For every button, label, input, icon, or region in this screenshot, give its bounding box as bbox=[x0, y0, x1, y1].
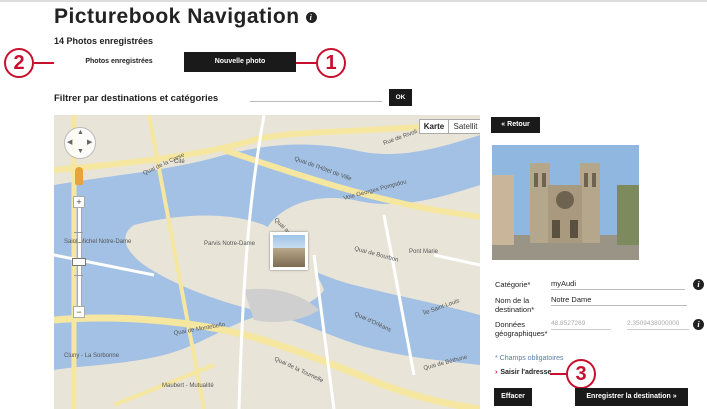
page-title: Picturebook Navigation i bbox=[54, 5, 317, 29]
street-view-pegman-icon[interactable] bbox=[75, 167, 83, 185]
nom-label-line2: destination* bbox=[495, 305, 535, 314]
categorie-select[interactable]: myAudi bbox=[551, 278, 685, 290]
longitude-input[interactable]: 2.3509438000000 bbox=[627, 318, 689, 330]
ok-button[interactable]: OK bbox=[389, 89, 412, 106]
categorie-info-icon[interactable]: i bbox=[693, 279, 704, 290]
notre-dame-image bbox=[492, 145, 639, 260]
zoom-slider-thumb[interactable] bbox=[72, 258, 86, 266]
latitude-input[interactable]: 48.8527269 bbox=[551, 318, 611, 330]
callout-2: 2 bbox=[4, 48, 34, 78]
destination-name-input[interactable]: Notre Dame bbox=[551, 294, 687, 306]
filter-input[interactable] bbox=[250, 99, 382, 102]
chevron-right-icon: › bbox=[495, 369, 498, 376]
zoom-out-button[interactable]: − bbox=[73, 306, 85, 318]
map-view[interactable]: Quai de l'Hôtel de Ville Voie Georges Po… bbox=[54, 115, 480, 409]
photo-map-marker[interactable] bbox=[270, 232, 308, 270]
saisir-adresse-text: Saisir l'adresse bbox=[500, 369, 552, 376]
destination-photo bbox=[492, 145, 639, 260]
top-border bbox=[0, 0, 707, 2]
geo-label-line1: Données bbox=[495, 320, 526, 329]
categorie-label: Catégorie* bbox=[495, 280, 531, 289]
map-type-satellite-button[interactable]: Satellit bbox=[448, 119, 480, 134]
marker-thumbnail bbox=[273, 235, 305, 267]
callout-1: 1 bbox=[316, 48, 346, 78]
callout-1-line bbox=[296, 62, 316, 64]
map-pan-control[interactable]: ▲ ▼ ◀ ▶ bbox=[64, 127, 96, 159]
tab-saved-photos[interactable]: Photos enregistrées bbox=[54, 52, 184, 72]
zoom-slider-track[interactable] bbox=[77, 207, 82, 307]
filter-label: Filtrer par destinations et catégories bbox=[54, 93, 219, 104]
photo-count: 14 Photos enregistrées bbox=[54, 36, 154, 46]
map-type-karte-button[interactable]: Karte bbox=[419, 119, 449, 134]
save-destination-button[interactable]: Enregistrer la destination » bbox=[575, 388, 688, 406]
zoom-tick bbox=[74, 242, 83, 243]
zoom-tick bbox=[74, 275, 83, 276]
tab-new-photo[interactable]: Nouvelle photo bbox=[184, 52, 296, 72]
callout-2-line bbox=[34, 62, 54, 64]
retour-button[interactable]: « Retour bbox=[491, 117, 540, 133]
map-canvas: Quai de l'Hôtel de Ville Voie Georges Po… bbox=[54, 115, 480, 409]
zoom-tick bbox=[74, 232, 83, 233]
callout-3-line bbox=[550, 373, 567, 375]
map-label-parvis: Parvis Notre-Dame bbox=[204, 241, 256, 247]
callout-3: 3 bbox=[566, 359, 596, 389]
nom-label-line1: Nom de la bbox=[495, 296, 530, 305]
page-title-text: Picturebook Navigation bbox=[54, 5, 300, 28]
effacer-button[interactable]: Effacer bbox=[494, 388, 532, 406]
geo-info-icon[interactable]: i bbox=[693, 319, 704, 330]
map-label-cite: Cité bbox=[174, 159, 185, 165]
map-label-cluny: Cluny - La Sorbonne bbox=[64, 353, 120, 359]
map-label-pont-marie: Pont Marie bbox=[409, 249, 439, 255]
info-icon[interactable]: i bbox=[305, 11, 317, 23]
geo-label-line2: géographiques* bbox=[495, 329, 548, 338]
saisir-adresse-link[interactable]: › Saisir l'adresse bbox=[495, 369, 551, 376]
required-note: * Champs obligatoires bbox=[495, 355, 564, 362]
map-label-maubert: Maubert - Mutualité bbox=[162, 383, 214, 389]
